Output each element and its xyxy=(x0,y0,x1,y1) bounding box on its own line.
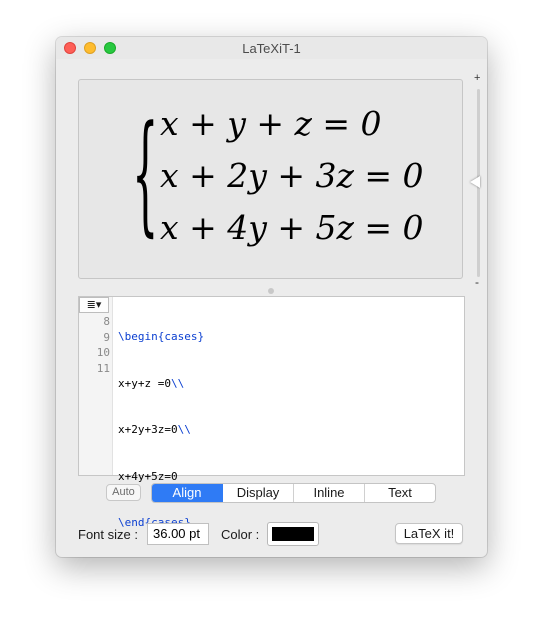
editor-menu-button[interactable]: ≣▾ xyxy=(79,297,109,313)
title-bar: LaTeXiT-1 xyxy=(56,37,487,59)
window-title: LaTeXiT-1 xyxy=(242,41,301,56)
line-number: 11 xyxy=(96,361,110,375)
latex-keyword: \begin{cases} xyxy=(118,330,205,343)
code-text: x+y+z =0 xyxy=(118,376,171,390)
code-line: \begin{cases} xyxy=(118,329,204,345)
code-line: x+4y+5z=0 xyxy=(118,469,204,485)
color-swatch xyxy=(272,527,314,541)
mode-text[interactable]: Text xyxy=(365,484,435,502)
line-number: 10 xyxy=(96,346,110,359)
line-numbers: 8 9 10 11 xyxy=(79,314,110,376)
line-number: 9 xyxy=(103,330,110,344)
cases-brace: { xyxy=(132,97,159,249)
latex-it-button[interactable]: LaTeX it! xyxy=(395,523,463,544)
split-view-handle[interactable] xyxy=(268,288,274,294)
zoom-slider-thumb[interactable] xyxy=(470,176,480,188)
code-text: x+2y+3z=0 xyxy=(118,423,178,436)
font-size-label: Font size : xyxy=(78,527,138,542)
zoom-in-label: + xyxy=(474,72,481,84)
line-number-gutter: ≣▾ 8 9 10 11 xyxy=(79,297,113,475)
font-size-field[interactable]: 36.00 pt xyxy=(147,523,209,545)
list-menu-icon: ≣▾ xyxy=(86,299,102,311)
zoom-out-label: - xyxy=(475,275,479,289)
color-label: Color : xyxy=(221,527,260,542)
line-break-command: \\ xyxy=(177,423,191,436)
mode-display[interactable]: Display xyxy=(223,484,294,502)
mode-inline[interactable]: Inline xyxy=(294,484,365,502)
latex-source[interactable]: \begin{cases} x+y+z =0\\ x+2y+3z=0\\ x+4… xyxy=(118,298,204,557)
mode-segmented-control: Align Display Inline Text xyxy=(151,483,436,503)
mode-align[interactable]: Align xyxy=(152,484,223,502)
color-well[interactable] xyxy=(267,522,319,546)
equation-preview[interactable]: { x + y + z = 0 x + 2y + 3z = 0 x + 4y +… xyxy=(78,79,463,279)
code-line: x+2y+3z=0\\ xyxy=(118,422,204,438)
code-text: x+4y+5z=0 xyxy=(118,469,178,483)
auto-button[interactable]: Auto xyxy=(106,484,141,501)
equation-row-3: x + 4y + 5z = 0 xyxy=(160,208,424,247)
line-break-command: \\ xyxy=(170,376,185,390)
equation-row-2: x + 2y + 3z = 0 xyxy=(160,156,424,195)
latexit-window: LaTeXiT-1 { x + y + z = 0 x + 2y + 3z = … xyxy=(56,37,487,557)
equation-row-1: x + y + z = 0 xyxy=(160,104,382,143)
source-editor[interactable]: ≣▾ 8 9 10 11 \begin{cases} x+y+z =0\\ x+… xyxy=(78,296,465,529)
line-number: 8 xyxy=(103,315,110,328)
code-line: x+y+z =0\\ xyxy=(118,376,204,392)
